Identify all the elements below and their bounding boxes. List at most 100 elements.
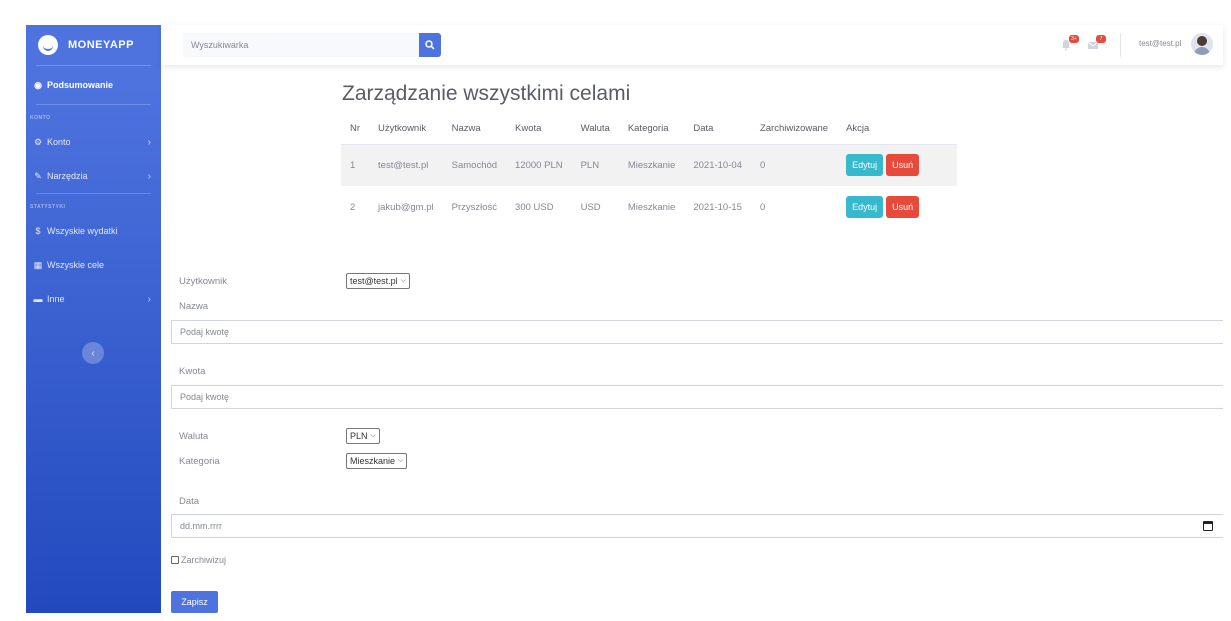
brand-name: MONEYAPP <box>68 39 134 51</box>
search-form: Wyszukiwarka <box>183 33 441 57</box>
sidebar: MONEYAPP ◉ Podsumowanie KONTO ⚙ Konto › … <box>26 25 161 613</box>
search-button[interactable] <box>419 33 441 57</box>
cell-actions: Edytuj Usuń <box>837 144 958 186</box>
cell-archived: 0 <box>759 201 766 213</box>
delete-button[interactable]: Usuń <box>886 154 920 177</box>
category-label: Kategoria <box>179 456 220 467</box>
sidebar-divider <box>36 104 151 105</box>
user-label: Użytkownik <box>179 276 228 287</box>
category-select[interactable]: Mieszkanie ⌵ <box>346 453 408 469</box>
date-input[interactable]: dd.mm.rrrr <box>171 514 1223 538</box>
tachometer-icon: ◉ <box>34 79 42 90</box>
cell-date: 2021-10-04 <box>684 144 751 186</box>
currency-select[interactable]: PLN ⌵ <box>346 428 380 444</box>
sidebar-heading-account: KONTO <box>30 115 51 121</box>
alerts-count-badge: 3+ <box>1069 35 1079 43</box>
edit-button[interactable]: Edytuj <box>846 196 884 218</box>
brand[interactable]: MONEYAPP <box>26 25 161 65</box>
search-input[interactable]: Wyszukiwarka <box>183 33 419 57</box>
delete-button[interactable]: Usuń <box>886 196 920 218</box>
sidebar-item-label: Inne <box>47 294 65 304</box>
cell-actions: Edytuj Usuń <box>837 186 957 228</box>
sidebar-item-label: Podsumowanie <box>47 80 114 90</box>
currency-label: Waluta <box>179 431 209 442</box>
date-label: Data <box>179 496 200 507</box>
archive-label: Zarchiwizuj <box>181 555 227 565</box>
chevron-down-icon: ⌵ <box>370 432 376 439</box>
column-header: Data <box>684 114 751 145</box>
cell-user: jakub@gm.pl <box>378 201 434 213</box>
column-header: Akcja <box>837 114 958 145</box>
user-select-value: test@test.pl <box>350 276 398 286</box>
cell-amount: 12000 PLN <box>506 144 572 186</box>
column-header: Użytkownik <box>369 114 443 145</box>
currency-select-value: PLN <box>350 431 368 441</box>
cell-date: 2021-10-15 <box>693 201 742 213</box>
table-row: 1 test@test.pl Samochód 12000 PLN PLN Mi… <box>341 144 958 186</box>
archive-checkbox-row[interactable]: Zarchiwizuj <box>171 555 226 565</box>
save-button[interactable]: Zapisz <box>171 591 218 613</box>
archive-checkbox[interactable] <box>171 556 179 564</box>
sidebar-divider <box>36 193 151 194</box>
amount-label: Kwota <box>179 366 206 377</box>
table-row: 2 jakub@gm.pl Przyszłość 300 USD USD Mie… <box>341 186 957 228</box>
chevron-right-icon: › <box>147 293 151 305</box>
sidebar-item-expenses[interactable]: $ Wszyskie wydatki <box>26 214 161 248</box>
sidebar-item-dashboard[interactable]: ◉ Podsumowanie <box>26 66 161 104</box>
sidebar-item-label: Wszyskie wydatki <box>47 226 118 236</box>
sidebar-item-account[interactable]: ⚙ Konto › <box>26 125 161 159</box>
cell-category: Mieszkanie <box>627 201 676 213</box>
gear-icon: ⚙ <box>33 136 43 147</box>
messages-count-badge: 7 <box>1096 35 1106 43</box>
column-header: Kwota <box>506 114 572 145</box>
sidebar-item-label: Konto <box>47 137 71 147</box>
amount-input[interactable]: Podaj kwotę <box>171 385 1223 409</box>
column-header: Zarchiwizowane <box>750 114 838 145</box>
dollar-icon: $ <box>35 226 41 236</box>
laugh-icon <box>38 35 58 55</box>
sidebar-item-label: Narzędzia <box>47 171 88 181</box>
goals-table: Nr Użytkownik Nazwa Kwota Waluta Kategor… <box>341 114 958 228</box>
cell-currency: USD <box>580 201 601 213</box>
chevron-left-icon: ‹ <box>91 347 95 359</box>
sidebar-toggle-button[interactable]: ‹ <box>82 342 104 364</box>
alerts-button[interactable]: 3+ <box>1060 35 1079 52</box>
cell-user: test@test.pl <box>369 144 443 186</box>
category-select-value: Mieszkanie <box>350 456 396 466</box>
sidebar-item-tools[interactable]: ✎ Narzędzia › <box>26 159 161 193</box>
column-header: Nr <box>341 114 370 145</box>
sidebar-heading-stats: STATYSTYKI <box>30 204 66 210</box>
page-title: Zarządzanie wszystkimi celami <box>342 82 631 105</box>
messages-button[interactable]: 7 <box>1087 35 1106 52</box>
topbar-divider <box>1120 33 1121 57</box>
topbar: Wyszukiwarka 3+ 7 test@test.pl <box>161 25 1223 65</box>
sidebar-item-other[interactable]: ▬ Inne › <box>26 282 161 316</box>
calendar-icon[interactable] <box>1203 521 1213 531</box>
chevron-right-icon: › <box>147 170 151 182</box>
user-select[interactable]: test@test.pl ⌵ <box>346 273 410 289</box>
name-label: Nazwa <box>179 301 209 312</box>
column-header: Kategoria <box>618 114 685 145</box>
cell-name: Przyszłość <box>451 201 498 213</box>
avatar[interactable] <box>1191 33 1213 55</box>
cell-name: Samochód <box>442 144 507 186</box>
edit-button[interactable]: Edytuj <box>846 154 884 177</box>
user-email[interactable]: test@test.pl <box>1139 39 1181 48</box>
cell-nr: 2 <box>350 201 356 213</box>
cell-currency: PLN <box>571 144 619 186</box>
chevron-down-icon: ⌵ <box>400 277 406 284</box>
search-icon <box>425 40 435 50</box>
folder-icon: ▬ <box>33 294 43 304</box>
chevron-down-icon: ⌵ <box>398 457 404 464</box>
column-header: Nazwa <box>442 114 507 145</box>
cell-amount: 300 USD <box>515 201 554 213</box>
cell-nr: 1 <box>341 144 370 186</box>
sidebar-item-goals[interactable]: ▦ Wszyskie cele <box>26 248 161 282</box>
cell-category: Mieszkanie <box>618 144 685 186</box>
sidebar-item-label: Wszyskie cele <box>47 260 105 270</box>
column-header: Waluta <box>571 114 619 145</box>
cell-archived: 0 <box>750 144 838 186</box>
app-window: MONEYAPP ◉ Podsumowanie KONTO ⚙ Konto › … <box>0 0 1231 621</box>
name-input[interactable]: Podaj kwotę <box>171 320 1223 344</box>
table-icon: ▦ <box>33 259 43 270</box>
